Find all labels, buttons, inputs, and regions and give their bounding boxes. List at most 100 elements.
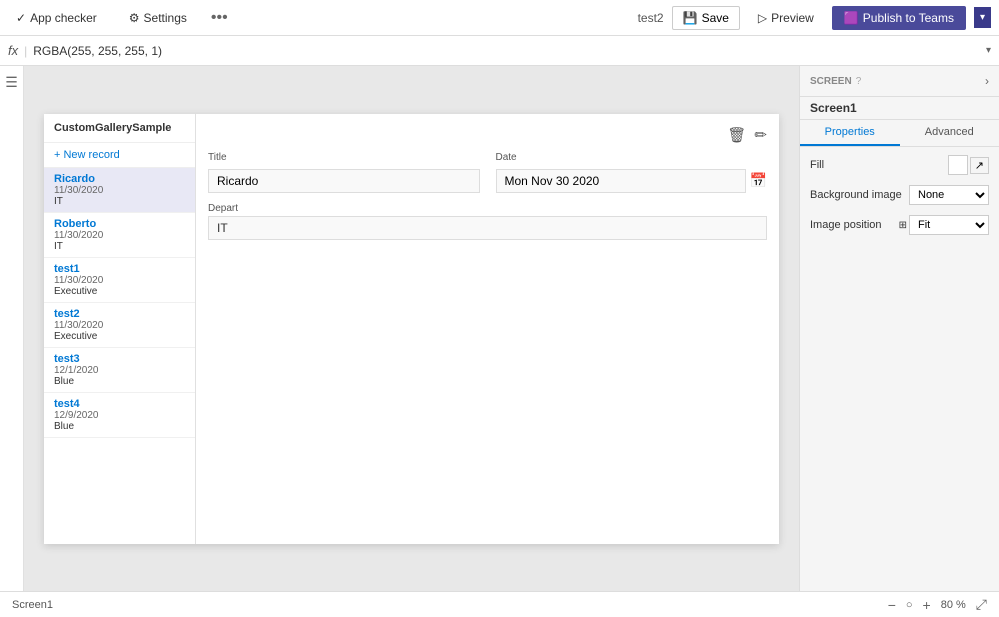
screen-label: SCREEN <box>810 76 852 87</box>
top-bar-left: ✓ App checker ⚙ Settings ••• <box>8 7 228 29</box>
canvas-area: CustomGallerySample + New record Ricardo… <box>24 66 799 591</box>
gallery-item-date: 11/30/2020 <box>54 230 185 241</box>
gallery-item-date: 11/30/2020 <box>54 185 185 196</box>
date-label: Date <box>496 152 768 163</box>
gallery-item-name: Ricardo <box>54 173 185 185</box>
app-checker-icon: ✓ <box>16 11 26 25</box>
title-label: Title <box>208 152 480 163</box>
properties-tab[interactable]: Properties <box>800 120 900 146</box>
title-input[interactable] <box>208 169 480 193</box>
gallery-item-dept: Executive <box>54 286 185 297</box>
save-button[interactable]: 💾 Save <box>672 6 740 30</box>
date-input-wrap: 📅 <box>496 169 768 193</box>
zoom-in-button[interactable]: + <box>923 597 931 613</box>
main-area: ☰ CustomGallerySample + New record Ricar… <box>0 66 999 591</box>
fill-expand-button[interactable]: ↗ <box>970 157 989 174</box>
formula-input[interactable] <box>33 44 980 58</box>
preview-button[interactable]: ▷ Preview <box>748 7 824 29</box>
panel-content: Fill ↗ Background image None Image posit… <box>800 147 999 243</box>
gallery-list-item[interactable]: Ricardo 11/30/2020 IT <box>44 168 195 213</box>
more-options-button[interactable]: ••• <box>211 9 228 27</box>
gallery-item-name: test2 <box>54 308 185 320</box>
teams-icon: 🟪 <box>844 11 859 25</box>
depart-box: IT <box>208 216 767 240</box>
gallery-item-date: 11/30/2020 <box>54 275 185 286</box>
app-checker-button[interactable]: ✓ App checker <box>8 7 105 29</box>
zoom-out-button[interactable]: − <box>888 597 896 613</box>
background-image-select[interactable]: None <box>909 185 989 205</box>
save-icon: 💾 <box>683 11 698 25</box>
gallery-list-item[interactable]: test2 11/30/2020 Executive <box>44 303 195 348</box>
app-name: test2 <box>638 11 664 25</box>
gallery-list-item[interactable]: test1 11/30/2020 Executive <box>44 258 195 303</box>
image-position-control: ⊞ Fit <box>899 215 989 235</box>
gallery-item-date: 11/30/2020 <box>54 320 185 331</box>
gallery-item-dept: Blue <box>54 421 185 432</box>
gear-icon: ⚙ <box>129 11 140 25</box>
gallery-list-item[interactable]: Roberto 11/30/2020 IT <box>44 213 195 258</box>
publish-chevron-button[interactable]: ▾ <box>974 7 991 28</box>
zoom-level: 80 % <box>941 599 966 611</box>
gallery-item-name: test1 <box>54 263 185 275</box>
fill-control: ↗ <box>948 155 989 175</box>
gallery-item-dept: IT <box>54 196 185 207</box>
gallery-list-item[interactable]: test4 12/9/2020 Blue <box>44 393 195 438</box>
settings-button[interactable]: ⚙ Settings <box>121 7 195 29</box>
gallery-item-dept: IT <box>54 241 185 252</box>
dots-icon: ••• <box>211 9 228 26</box>
background-image-label: Background image <box>810 189 905 201</box>
screen-canvas: CustomGallerySample + New record Ricardo… <box>44 114 779 544</box>
formula-bar: fx | ▾ <box>0 36 999 66</box>
hamburger-icon[interactable]: ☰ <box>5 74 18 91</box>
gallery-item-dept: Blue <box>54 376 185 387</box>
screen-help-icon[interactable]: ? <box>856 76 862 87</box>
gallery-panel: CustomGallerySample + New record Ricardo… <box>44 114 196 544</box>
date-input[interactable] <box>496 169 746 193</box>
panel-tabs: Properties Advanced <box>800 120 999 147</box>
edit-button[interactable]: ✏ <box>754 126 767 144</box>
gallery-item-date: 12/9/2020 <box>54 410 185 421</box>
screen-label-row: SCREEN ? <box>810 76 861 87</box>
delete-button[interactable]: 🗑 <box>727 126 746 144</box>
new-record-button[interactable]: + New record <box>44 143 195 168</box>
image-position-select[interactable]: Fit <box>909 215 989 235</box>
gallery-item-name: test3 <box>54 353 185 365</box>
play-icon: ▷ <box>758 11 767 25</box>
gallery-items-container: Ricardo 11/30/2020 IT Roberto 11/30/2020… <box>44 168 195 438</box>
fill-color-swatch[interactable] <box>948 155 968 175</box>
advanced-tab[interactable]: Advanced <box>900 120 999 146</box>
formula-chevron[interactable]: ▾ <box>986 45 991 56</box>
fill-row: Fill ↗ <box>810 155 989 175</box>
gallery-item-date: 12/1/2020 <box>54 365 185 376</box>
fx-label: fx <box>8 43 18 58</box>
top-bar-right: test2 💾 Save ▷ Preview 🟪 Publish to Team… <box>638 6 991 30</box>
fill-label: Fill <box>810 159 944 171</box>
date-field: Date 📅 <box>496 152 768 193</box>
image-position-label: Image position <box>810 219 895 231</box>
title-field: Title <box>208 152 480 193</box>
fit-icon: ⊞ <box>899 220 907 231</box>
screen-name: Screen1 <box>800 97 999 120</box>
status-screen-name: Screen1 <box>12 599 53 611</box>
gallery-list-item[interactable]: test3 12/1/2020 Blue <box>44 348 195 393</box>
title-date-row: Title Date 📅 <box>208 152 767 193</box>
left-icon-bar: ☰ <box>0 66 24 591</box>
image-position-row: Image position ⊞ Fit <box>810 215 989 235</box>
panel-chevron-icon[interactable]: › <box>985 74 989 88</box>
form-actions: 🗑 ✏ <box>208 126 767 144</box>
top-bar: ✓ App checker ⚙ Settings ••• test2 💾 Sav… <box>0 0 999 36</box>
gallery-item-name: Roberto <box>54 218 185 230</box>
depart-row: Depart IT <box>208 203 767 240</box>
right-panel: SCREEN ? › Screen1 Properties Advanced F… <box>799 66 999 591</box>
right-panel-header: SCREEN ? › <box>800 66 999 97</box>
gallery-item-dept: Executive <box>54 331 185 342</box>
expand-button[interactable]: ⤢ <box>976 596 987 613</box>
form-area: 🗑 ✏ Title Date 📅 <box>196 114 779 544</box>
gallery-title: CustomGallerySample <box>44 114 195 143</box>
publish-button[interactable]: 🟪 Publish to Teams <box>832 6 966 30</box>
calendar-icon[interactable]: 📅 <box>750 172 767 189</box>
gallery-item-name: test4 <box>54 398 185 410</box>
status-bar: Screen1 − ○ + 80 % ⤢ <box>0 591 999 617</box>
zoom-circle-icon: ○ <box>906 599 913 611</box>
status-right: − ○ + 80 % ⤢ <box>888 596 987 613</box>
